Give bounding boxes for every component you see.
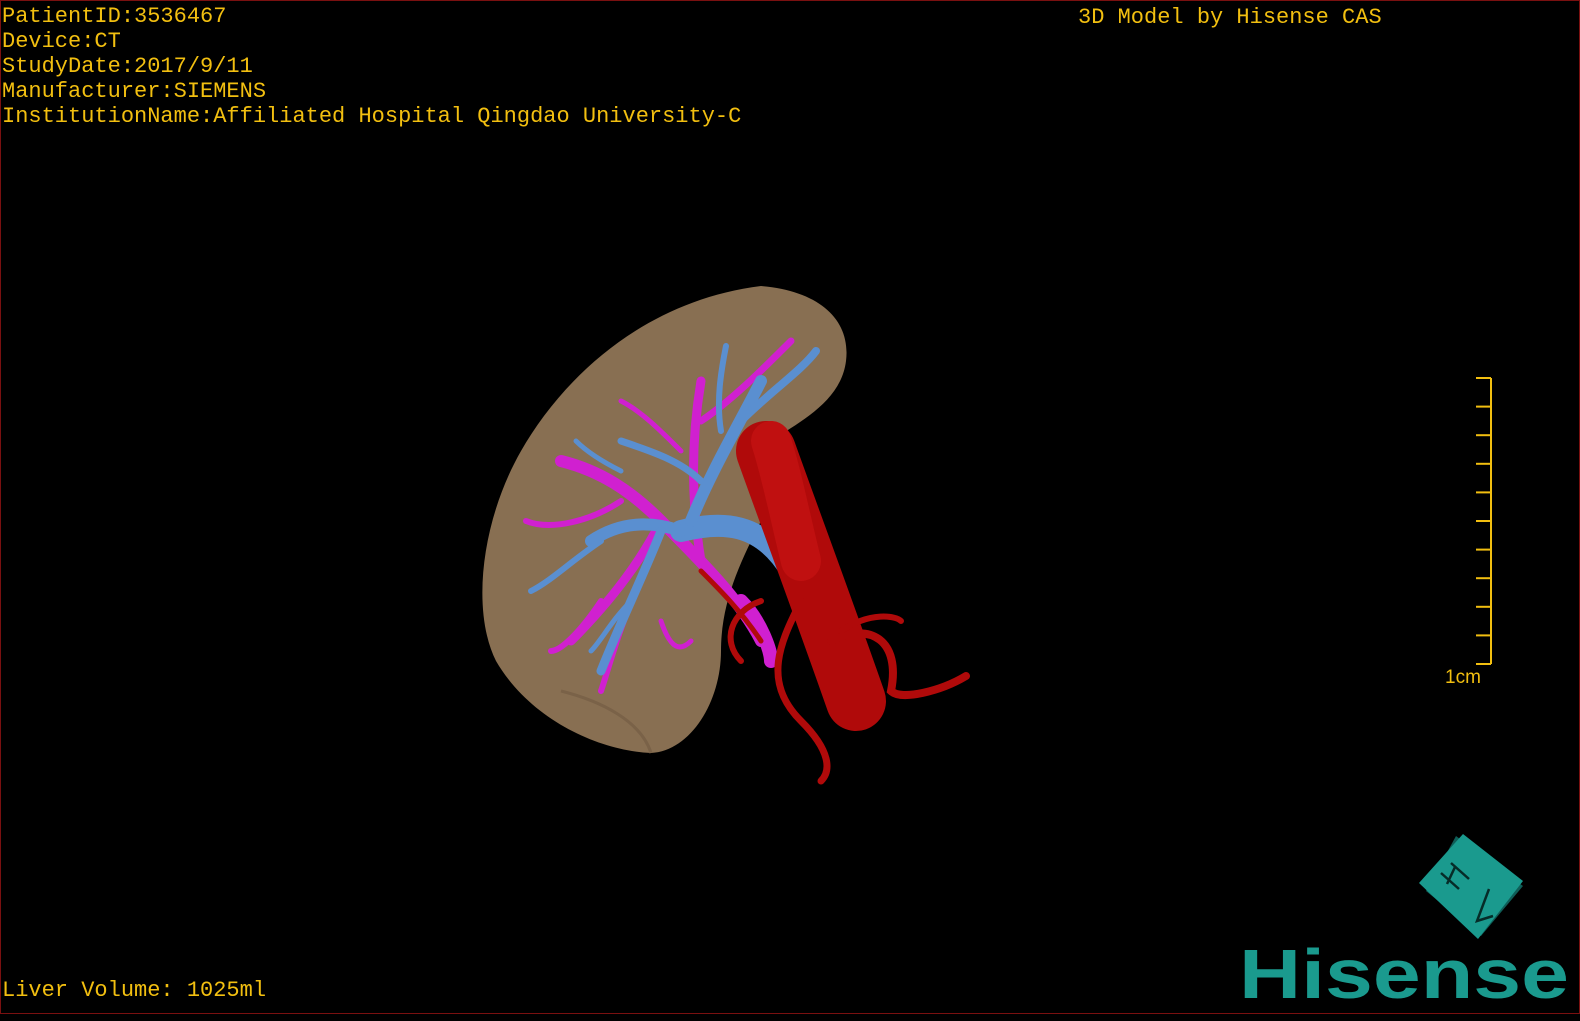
logo-wordmark: Hisense [1239, 935, 1569, 1013]
logo-cube [1419, 834, 1523, 939]
3d-viewport[interactable]: 1cm PatientID:3536467 Device:CT StudyDate:… [0, 0, 1580, 1014]
hisense-logo: Hisense [1239, 834, 1569, 1013]
